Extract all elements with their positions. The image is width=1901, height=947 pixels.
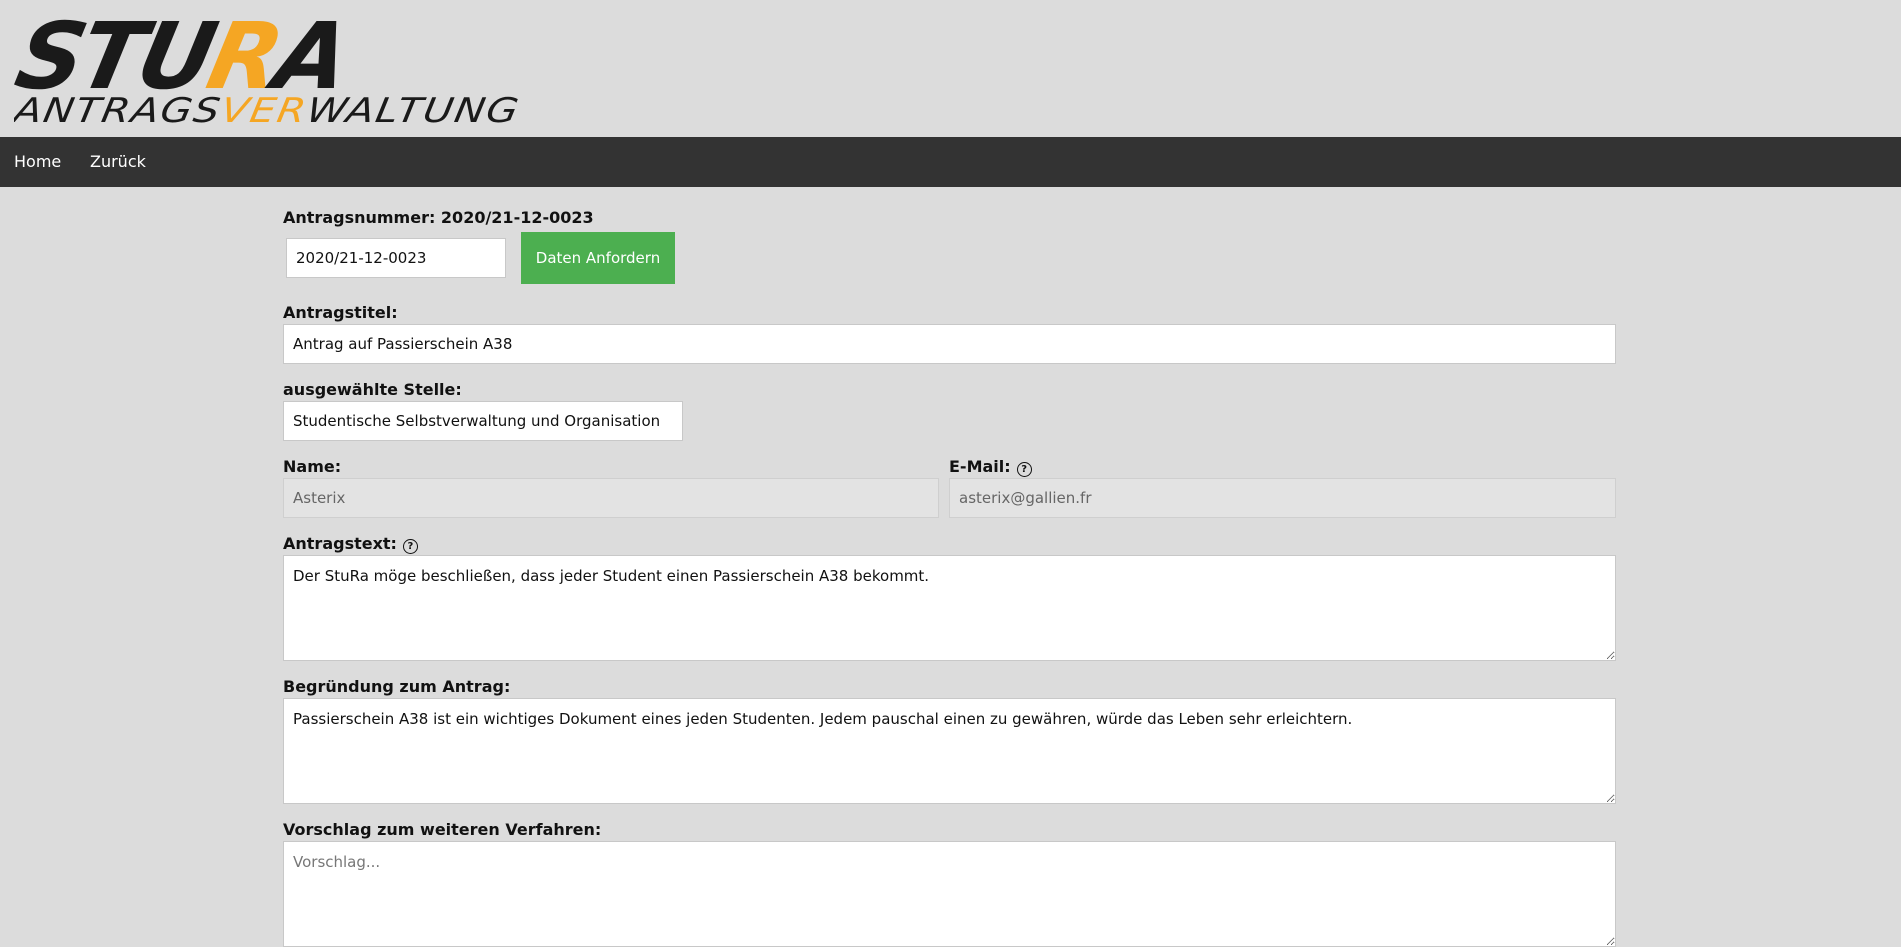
logo-bottom-left: ANTRAGS <box>14 91 225 128</box>
begruendung-label: Begründung zum Antrag: <box>283 677 511 696</box>
svg-text:ANTRAGSVERWALTUNG: ANTRAGS VER WALTUNG <box>14 91 523 128</box>
email-label-group: E-Mail:? <box>949 457 1032 477</box>
email-input[interactable] <box>949 478 1616 518</box>
top-navbar: Home Zurück <box>0 137 1901 187</box>
logo-bottom-right: WALTUNG <box>304 91 523 128</box>
request-data-button[interactable]: Daten Anfordern <box>521 232 675 284</box>
antragsnummer-input[interactable] <box>286 238 506 278</box>
titel-input[interactable] <box>283 324 1616 364</box>
antragstext-label-group: Antragstext:? <box>283 534 418 554</box>
begruendung-textarea[interactable]: Passierschein A38 ist ein wichtiges Doku… <box>283 698 1616 804</box>
titel-label: Antragstitel: <box>283 303 398 322</box>
page-header: STURA ANTRAGS VER WALTUNG <box>0 0 1901 137</box>
name-input[interactable] <box>283 478 939 518</box>
nav-back-link[interactable]: Zurück <box>90 137 146 187</box>
email-label: E-Mail: <box>949 457 1011 476</box>
logo-bottom-accent: VER <box>218 91 311 128</box>
stelle-label: ausgewählte Stelle: <box>283 380 462 399</box>
stelle-field[interactable] <box>283 401 683 441</box>
stura-logo[interactable]: STURA ANTRAGS VER WALTUNG <box>7 3 539 131</box>
nav-home-link[interactable]: Home <box>14 137 61 187</box>
vorschlag-textarea[interactable] <box>283 841 1616 947</box>
name-label: Name: <box>283 457 342 476</box>
antragsnummer-label: Antragsnummer: 2020/21-12-0023 <box>283 208 594 227</box>
antragstext-help-icon[interactable]: ? <box>402 539 418 554</box>
antragstext-textarea[interactable]: Der StuRa möge beschließen, dass jeder S… <box>283 555 1616 661</box>
logo-graphic: STURA ANTRAGS VER WALTUNG <box>7 3 523 131</box>
vorschlag-label: Vorschlag zum weiteren Verfahren: <box>283 820 602 839</box>
email-help-icon[interactable]: ? <box>1016 462 1032 477</box>
antragstext-label: Antragstext: <box>283 534 397 553</box>
